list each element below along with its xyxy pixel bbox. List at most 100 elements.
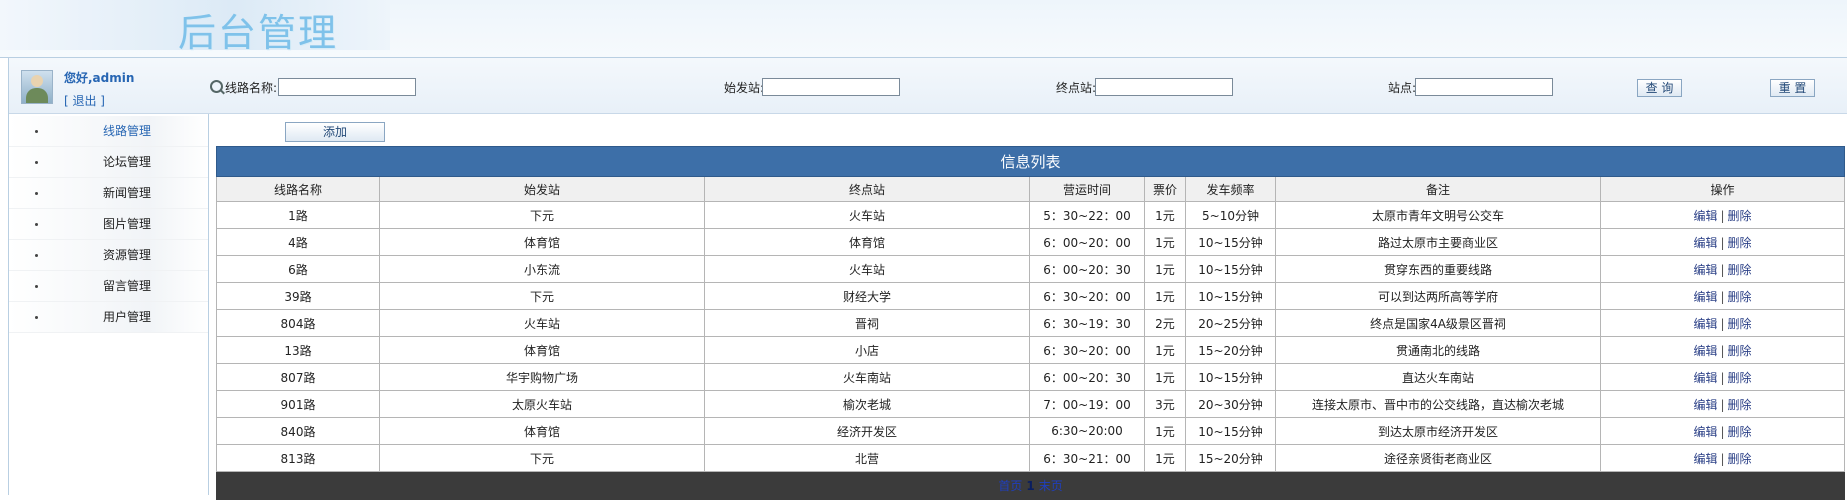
edit-link[interactable]: 编辑 [1693, 425, 1717, 439]
cell-fare: 1元 [1144, 417, 1186, 445]
table-row: 807路 华宇购物广场 火车南站 6：00~20：30 1元 10~15分钟 直达火车南站编… [216, 363, 1846, 391]
cell-fare: 1元 [1144, 228, 1186, 256]
action-separator: | [1720, 424, 1725, 439]
add-button[interactable]: 添加 [285, 122, 385, 142]
delete-link[interactable]: 删除 [1728, 290, 1752, 304]
action-separator: | [1720, 262, 1725, 277]
table-row: 13路 体育馆 小店 6：30~20：00 1元 15~20分钟 贯通南北的线路 编辑 | 删除 [216, 336, 1846, 364]
sidebar-item[interactable]: 论坛管理 [9, 147, 208, 178]
pager-row: 首页 1 末页 [215, 471, 1846, 500]
stop-input[interactable] [1415, 78, 1553, 96]
sidebar-item[interactable]: 资源管理 [9, 240, 208, 271]
sidebar-item-label: 资源管理 [103, 248, 152, 262]
user-greeting: 您好,admin [64, 71, 135, 85]
action-separator: | [1720, 451, 1725, 466]
delete-link[interactable]: 删除 [1728, 398, 1752, 412]
delete-link[interactable]: 删除 [1728, 236, 1752, 250]
cell-start-station: 下元 [379, 282, 705, 310]
cell-start-station: 小东流 [379, 255, 705, 283]
table-row: 901路 太原火车站 榆次老城 7：00~19：00 3元 20~30分钟 连接太原市、晋中… [216, 390, 1846, 418]
sidebar-item[interactable]: 新闻管理 [9, 178, 208, 209]
cell-actions: 编辑 | 删除 [1599, 444, 1846, 472]
cell-frequency: 15~20分钟 [1185, 444, 1276, 472]
cell-actions: 编辑 | 删除 [1599, 201, 1846, 229]
delete-link[interactable]: 删除 [1728, 209, 1752, 223]
cell-frequency: 20~30分钟 [1185, 390, 1276, 418]
cell-operating-hours: 6：00~20：00 [1029, 228, 1145, 256]
reset-button[interactable]: 重 置 [1770, 79, 1815, 97]
cell-frequency: 5~10分钟 [1185, 201, 1276, 229]
bullet-icon [35, 254, 38, 257]
table-row: 39路 下元 财经大学 6：30~20：00 1元 10~15分钟 可以到达两所高等学府 编辑… [216, 282, 1846, 310]
cell-route-name: 813路 [216, 444, 380, 472]
cell-start-station: 下元 [379, 201, 705, 229]
app-logo: 后台管理 [178, 11, 339, 55]
action-separator: | [1720, 370, 1725, 385]
cell-route-name: 6路 [216, 255, 380, 283]
last-page-link[interactable]: 末页 [1039, 479, 1063, 493]
cell-frequency: 10~15分钟 [1185, 282, 1276, 310]
bullet-icon [35, 285, 38, 288]
route-name-label: 线路名称: [225, 81, 278, 95]
edit-link[interactable]: 编辑 [1693, 209, 1717, 223]
avatar [21, 70, 53, 104]
sidebar-item-label: 图片管理 [103, 217, 152, 231]
edit-link[interactable]: 编辑 [1693, 263, 1717, 277]
cell-actions: 编辑 | 删除 [1599, 255, 1846, 283]
edit-link[interactable]: 编辑 [1693, 236, 1717, 250]
logout-link[interactable]: [ 退出 ] [64, 92, 105, 109]
sidebar-item-label: 留言管理 [103, 279, 152, 293]
start-station-label: 始发站: [724, 81, 765, 95]
route-name-input[interactable] [278, 78, 416, 96]
cell-start-station: 华宇购物广场 [379, 363, 705, 391]
cell-remarks: 可以到达两所高等学府 [1275, 282, 1601, 310]
end-station-label: 终点站: [1056, 81, 1097, 95]
bullet-icon [35, 161, 38, 164]
cell-start-station: 体育馆 [379, 417, 705, 445]
cell-actions: 编辑 | 删除 [1599, 336, 1846, 364]
cell-actions: 编辑 | 删除 [1599, 390, 1846, 418]
edit-link[interactable]: 编辑 [1693, 344, 1717, 358]
edit-link[interactable]: 编辑 [1693, 371, 1717, 385]
cell-frequency: 10~15分钟 [1185, 417, 1276, 445]
sidebar-item-label: 线路管理 [103, 124, 152, 138]
delete-link[interactable]: 删除 [1728, 344, 1752, 358]
edit-link[interactable]: 编辑 [1693, 398, 1717, 412]
edit-link[interactable]: 编辑 [1693, 452, 1717, 466]
cell-frequency: 20~25分钟 [1185, 309, 1276, 337]
action-separator: | [1720, 208, 1725, 223]
sidebar-item-label: 用户管理 [103, 310, 152, 324]
cell-fare: 1元 [1144, 255, 1186, 283]
action-separator: | [1720, 343, 1725, 358]
route-name-label-wrap: 线路名称: [210, 78, 277, 98]
cell-operating-hours: 6：30~19：30 [1029, 309, 1145, 337]
edit-link[interactable]: 编辑 [1693, 317, 1717, 331]
delete-link[interactable]: 删除 [1728, 425, 1752, 439]
cell-remarks: 路过太原市主要商业区 [1275, 228, 1601, 256]
end-station-input[interactable] [1095, 78, 1233, 96]
table-row: 4路 体育馆 体育馆 6：00~20：00 1元 10~15分钟 路过太原市主要商业区 编辑 |… [216, 228, 1846, 256]
sidebar-item-label: 论坛管理 [103, 155, 152, 169]
delete-link[interactable]: 删除 [1728, 371, 1752, 385]
cell-end-station: 榆次老城 [704, 390, 1030, 418]
sidebar-item[interactable]: 留言管理 [9, 271, 208, 302]
cell-operating-hours: 6：00~20：30 [1029, 255, 1145, 283]
sidebar-item[interactable]: 图片管理 [9, 209, 208, 240]
start-station-input[interactable] [762, 78, 900, 96]
action-separator: | [1720, 235, 1725, 250]
col-actions: 操作 [1599, 176, 1846, 202]
cell-actions: 编辑 | 删除 [1599, 228, 1846, 256]
first-page-link[interactable]: 首页 [998, 479, 1022, 493]
cell-remarks: 直达火车南站 [1275, 363, 1601, 391]
delete-link[interactable]: 删除 [1728, 452, 1752, 466]
edit-link[interactable]: 编辑 [1693, 290, 1717, 304]
query-button[interactable]: 查 询 [1637, 79, 1682, 97]
bullet-icon [35, 130, 38, 133]
cell-frequency: 10~15分钟 [1185, 228, 1276, 256]
pager: 首页 1 末页 [215, 471, 1846, 500]
delete-link[interactable]: 删除 [1728, 263, 1752, 277]
sidebar-item[interactable]: 用户管理 [9, 302, 208, 333]
sidebar-item[interactable]: 线路管理 [9, 116, 208, 147]
cell-end-station: 体育馆 [704, 228, 1030, 256]
delete-link[interactable]: 删除 [1728, 317, 1752, 331]
